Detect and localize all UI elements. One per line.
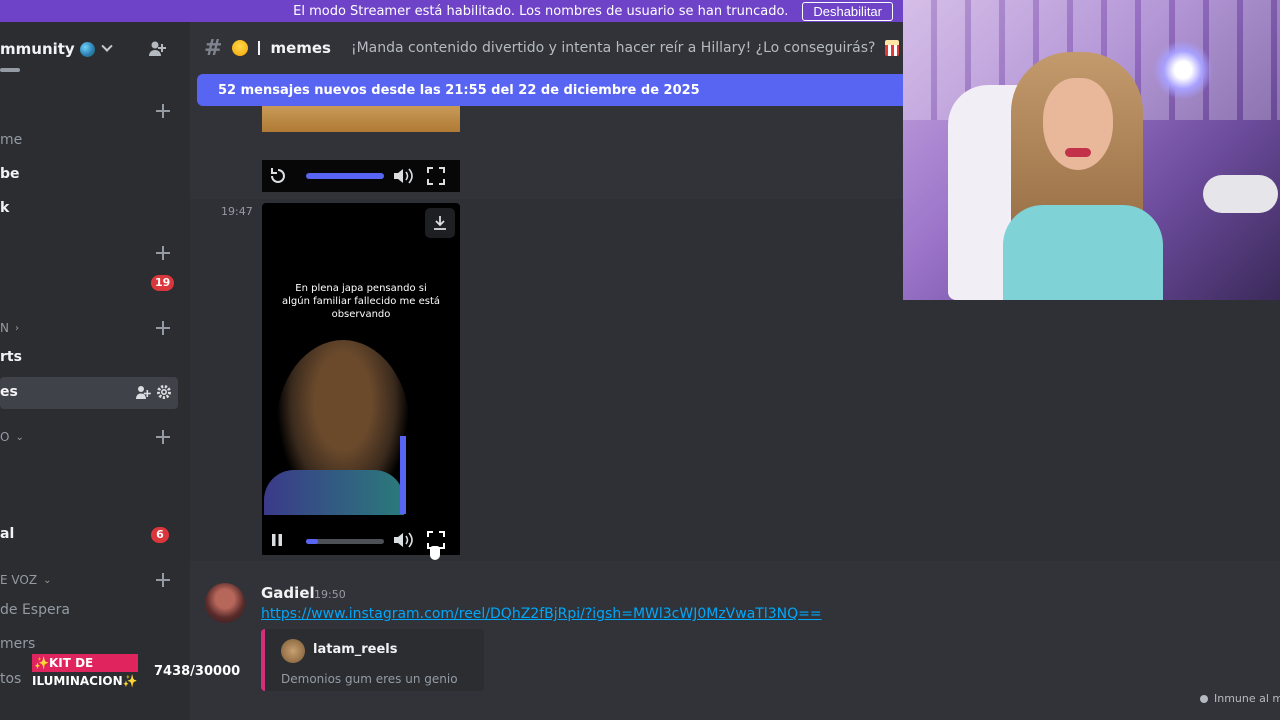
unread-badge: 6	[151, 527, 169, 543]
link-embed: latam_reels Demonios gum eres un genio	[261, 629, 484, 691]
status-dot-icon	[1200, 694, 1208, 703]
add-channel-icon[interactable]	[156, 573, 170, 587]
progress-bar[interactable]	[306, 173, 384, 179]
download-icon	[434, 216, 446, 230]
mouse-cursor	[430, 546, 440, 560]
video-person-shirt	[264, 470, 404, 515]
channel-sidebar: mmunity me be k 19 N › rts es O ⌄ al 6 E…	[0, 22, 190, 720]
streamer-mode-text: El modo Streamer está habilitado. Los no…	[293, 3, 789, 19]
sidebar-item-tos[interactable]: tos	[0, 671, 21, 687]
kit-line-2: ILUMINACION✨	[32, 674, 138, 688]
gear-icon[interactable]	[156, 384, 172, 400]
message-time: 19:50	[314, 588, 346, 601]
video-controls	[262, 160, 460, 192]
chevron-down-icon: ⌄	[15, 431, 24, 443]
sidebar-category-voice[interactable]: E VOZ ⌄	[0, 573, 51, 587]
embed-author[interactable]: latam_reels	[313, 642, 398, 657]
divider	[258, 41, 261, 55]
sidebar-item-me[interactable]: me	[0, 132, 22, 148]
popcorn-icon	[885, 40, 900, 56]
message-author[interactable]: Gadiel	[261, 584, 315, 602]
add-channel-icon[interactable]	[156, 321, 170, 335]
unread-badge: 19	[151, 275, 175, 291]
kit-overlay: ✨KIT DE ILUMINACION✨	[32, 654, 138, 690]
message-link[interactable]: https://www.instagram.com/reel/DQhZ2fBjR…	[261, 606, 822, 622]
globe-icon	[79, 41, 95, 57]
webcam-overlay	[903, 0, 1280, 300]
channel-header: # memes ¡Manda contenido divertido y int…	[190, 22, 903, 74]
add-channel-icon[interactable]	[156, 430, 170, 444]
sidebar-item-active[interactable]	[0, 377, 178, 409]
add-member-icon[interactable]	[148, 40, 166, 58]
sidebar-item-al[interactable]: al	[0, 526, 14, 542]
embed-avatar	[281, 639, 305, 663]
new-messages-text: 52 mensajes nuevos desde las 21:55 del 2…	[218, 82, 700, 98]
sidebar-item-be[interactable]: be	[0, 166, 20, 182]
disable-streamer-mode-button[interactable]: Deshabilitar	[802, 1, 893, 21]
inmune-text: Inmune al me	[1214, 692, 1280, 705]
sidebar-category-o[interactable]: O ⌄	[0, 430, 24, 444]
sidebar-category-n[interactable]: N ›	[0, 321, 19, 335]
sidebar-item-mers[interactable]: mers	[0, 636, 35, 652]
fullscreen-icon[interactable]	[426, 166, 446, 186]
chevron-right-icon: ›	[14, 322, 19, 334]
webcam-lips	[1065, 148, 1091, 157]
webcam-ring-light	[1153, 40, 1213, 100]
volume-slider[interactable]	[400, 436, 406, 514]
video-thumbnail	[262, 106, 460, 132]
volume-icon[interactable]	[392, 166, 414, 186]
hashtag-icon: #	[204, 35, 223, 61]
sidebar-item-espera[interactable]: de Espera	[0, 602, 70, 618]
kit-counter: 7438/30000	[154, 664, 241, 679]
download-button[interactable]	[425, 208, 455, 238]
video-caption: En plena japa pensando si algún familiar…	[281, 283, 440, 320]
avatar[interactable]	[205, 583, 245, 623]
pause-icon[interactable]	[269, 532, 285, 548]
kit-line-1: ✨KIT DE	[32, 654, 138, 672]
message-timestamp: 19:47	[221, 205, 253, 218]
progress-fill	[306, 539, 318, 544]
sidebar-item-k[interactable]: k	[0, 200, 9, 216]
sidebar-item-rts[interactable]: rts	[0, 349, 22, 365]
laughing-emoji-icon	[232, 40, 249, 56]
replay-icon[interactable]	[268, 166, 288, 186]
webcam-microphone	[1203, 175, 1278, 213]
server-name: mmunity	[0, 40, 75, 58]
chevron-down-icon	[101, 40, 113, 52]
channel-name: memes	[270, 39, 331, 57]
progress-bar[interactable]	[306, 539, 384, 544]
chevron-down-icon: ⌄	[43, 574, 52, 586]
webcam-top	[1003, 205, 1163, 300]
sidebar-item-es[interactable]: es	[0, 384, 18, 400]
category-label: E VOZ	[0, 573, 38, 587]
embed-description: Demonios gum eres un genio	[281, 672, 458, 686]
category-label: N	[0, 321, 9, 335]
channel-topic[interactable]: ¡Manda contenido divertido y intenta hac…	[351, 40, 875, 56]
streamer-mode-banner: El modo Streamer está habilitado. Los no…	[0, 0, 903, 22]
scroll-remnant	[0, 68, 20, 72]
inmune-label: Inmune al me	[1200, 692, 1280, 705]
add-channel-icon[interactable]	[156, 104, 170, 118]
category-label: O	[0, 430, 10, 444]
invite-people-icon[interactable]	[135, 384, 151, 400]
add-channel-icon[interactable]	[156, 246, 170, 260]
volume-icon[interactable]	[392, 530, 414, 550]
new-messages-bar[interactable]: 52 mensajes nuevos desde las 21:55 del 2…	[197, 74, 903, 106]
